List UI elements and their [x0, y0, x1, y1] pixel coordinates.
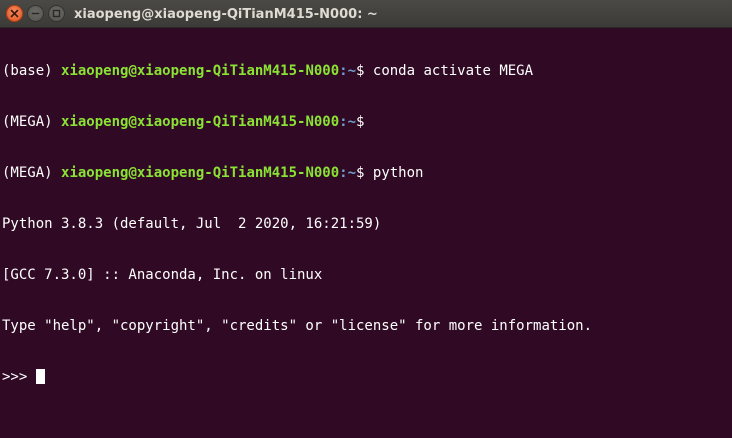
conda-env: (MEGA) — [2, 114, 62, 130]
prompt-symbol: $ — [356, 165, 373, 181]
terminal-output[interactable]: (base) xiaopeng@xiaopeng-QiTianM415-N000… — [2, 29, 720, 438]
user-host: xiaopeng@xiaopeng-QiTianM415-N000 — [61, 63, 340, 79]
prompt-symbol: $ — [356, 114, 365, 130]
title-bar[interactable]: xiaopeng@xiaopeng-QiTianM415-N000: ~ — [0, 0, 732, 28]
output-line: [GCC 7.3.0] :: Anaconda, Inc. on linux — [2, 267, 323, 283]
window-controls — [6, 5, 65, 22]
command-text: python — [372, 165, 424, 181]
close-button[interactable] — [6, 5, 23, 22]
output-line: Type "help", "copyright", "credits" or "… — [2, 318, 593, 334]
window-title: xiaopeng@xiaopeng-QiTianM415-N000: ~ — [74, 7, 378, 22]
conda-env: (MEGA) — [2, 165, 62, 181]
repl-prompt: >>> — [2, 369, 36, 385]
command-text: conda activate MEGA — [372, 63, 534, 79]
conda-env: (base) — [2, 63, 62, 79]
text-cursor — [35, 369, 45, 384]
minimize-button[interactable] — [27, 5, 44, 22]
scrollbar[interactable] — [722, 29, 732, 438]
user-host: xiaopeng@xiaopeng-QiTianM415-N000 — [61, 165, 340, 181]
minimize-icon — [31, 12, 40, 15]
prompt-line: (MEGA) xiaopeng@xiaopeng-QiTianM415-N000… — [2, 165, 720, 182]
user-host: xiaopeng@xiaopeng-QiTianM415-N000 — [61, 114, 340, 130]
prompt-symbol: $ — [356, 63, 373, 79]
close-icon — [10, 9, 19, 18]
prompt-path: :~ — [339, 114, 357, 130]
prompt-line: (base) xiaopeng@xiaopeng-QiTianM415-N000… — [2, 63, 720, 80]
prompt-path: :~ — [339, 165, 357, 181]
terminal-window: xiaopeng@xiaopeng-QiTianM415-N000: ~ (ba… — [0, 0, 732, 438]
repl-line[interactable]: >>> — [2, 369, 720, 386]
prompt-path: :~ — [339, 63, 357, 79]
maximize-icon — [52, 9, 61, 18]
output-line: Python 3.8.3 (default, Jul 2 2020, 16:21… — [2, 216, 382, 232]
prompt-line: (MEGA) xiaopeng@xiaopeng-QiTianM415-N000… — [2, 114, 720, 131]
maximize-button[interactable] — [48, 5, 65, 22]
